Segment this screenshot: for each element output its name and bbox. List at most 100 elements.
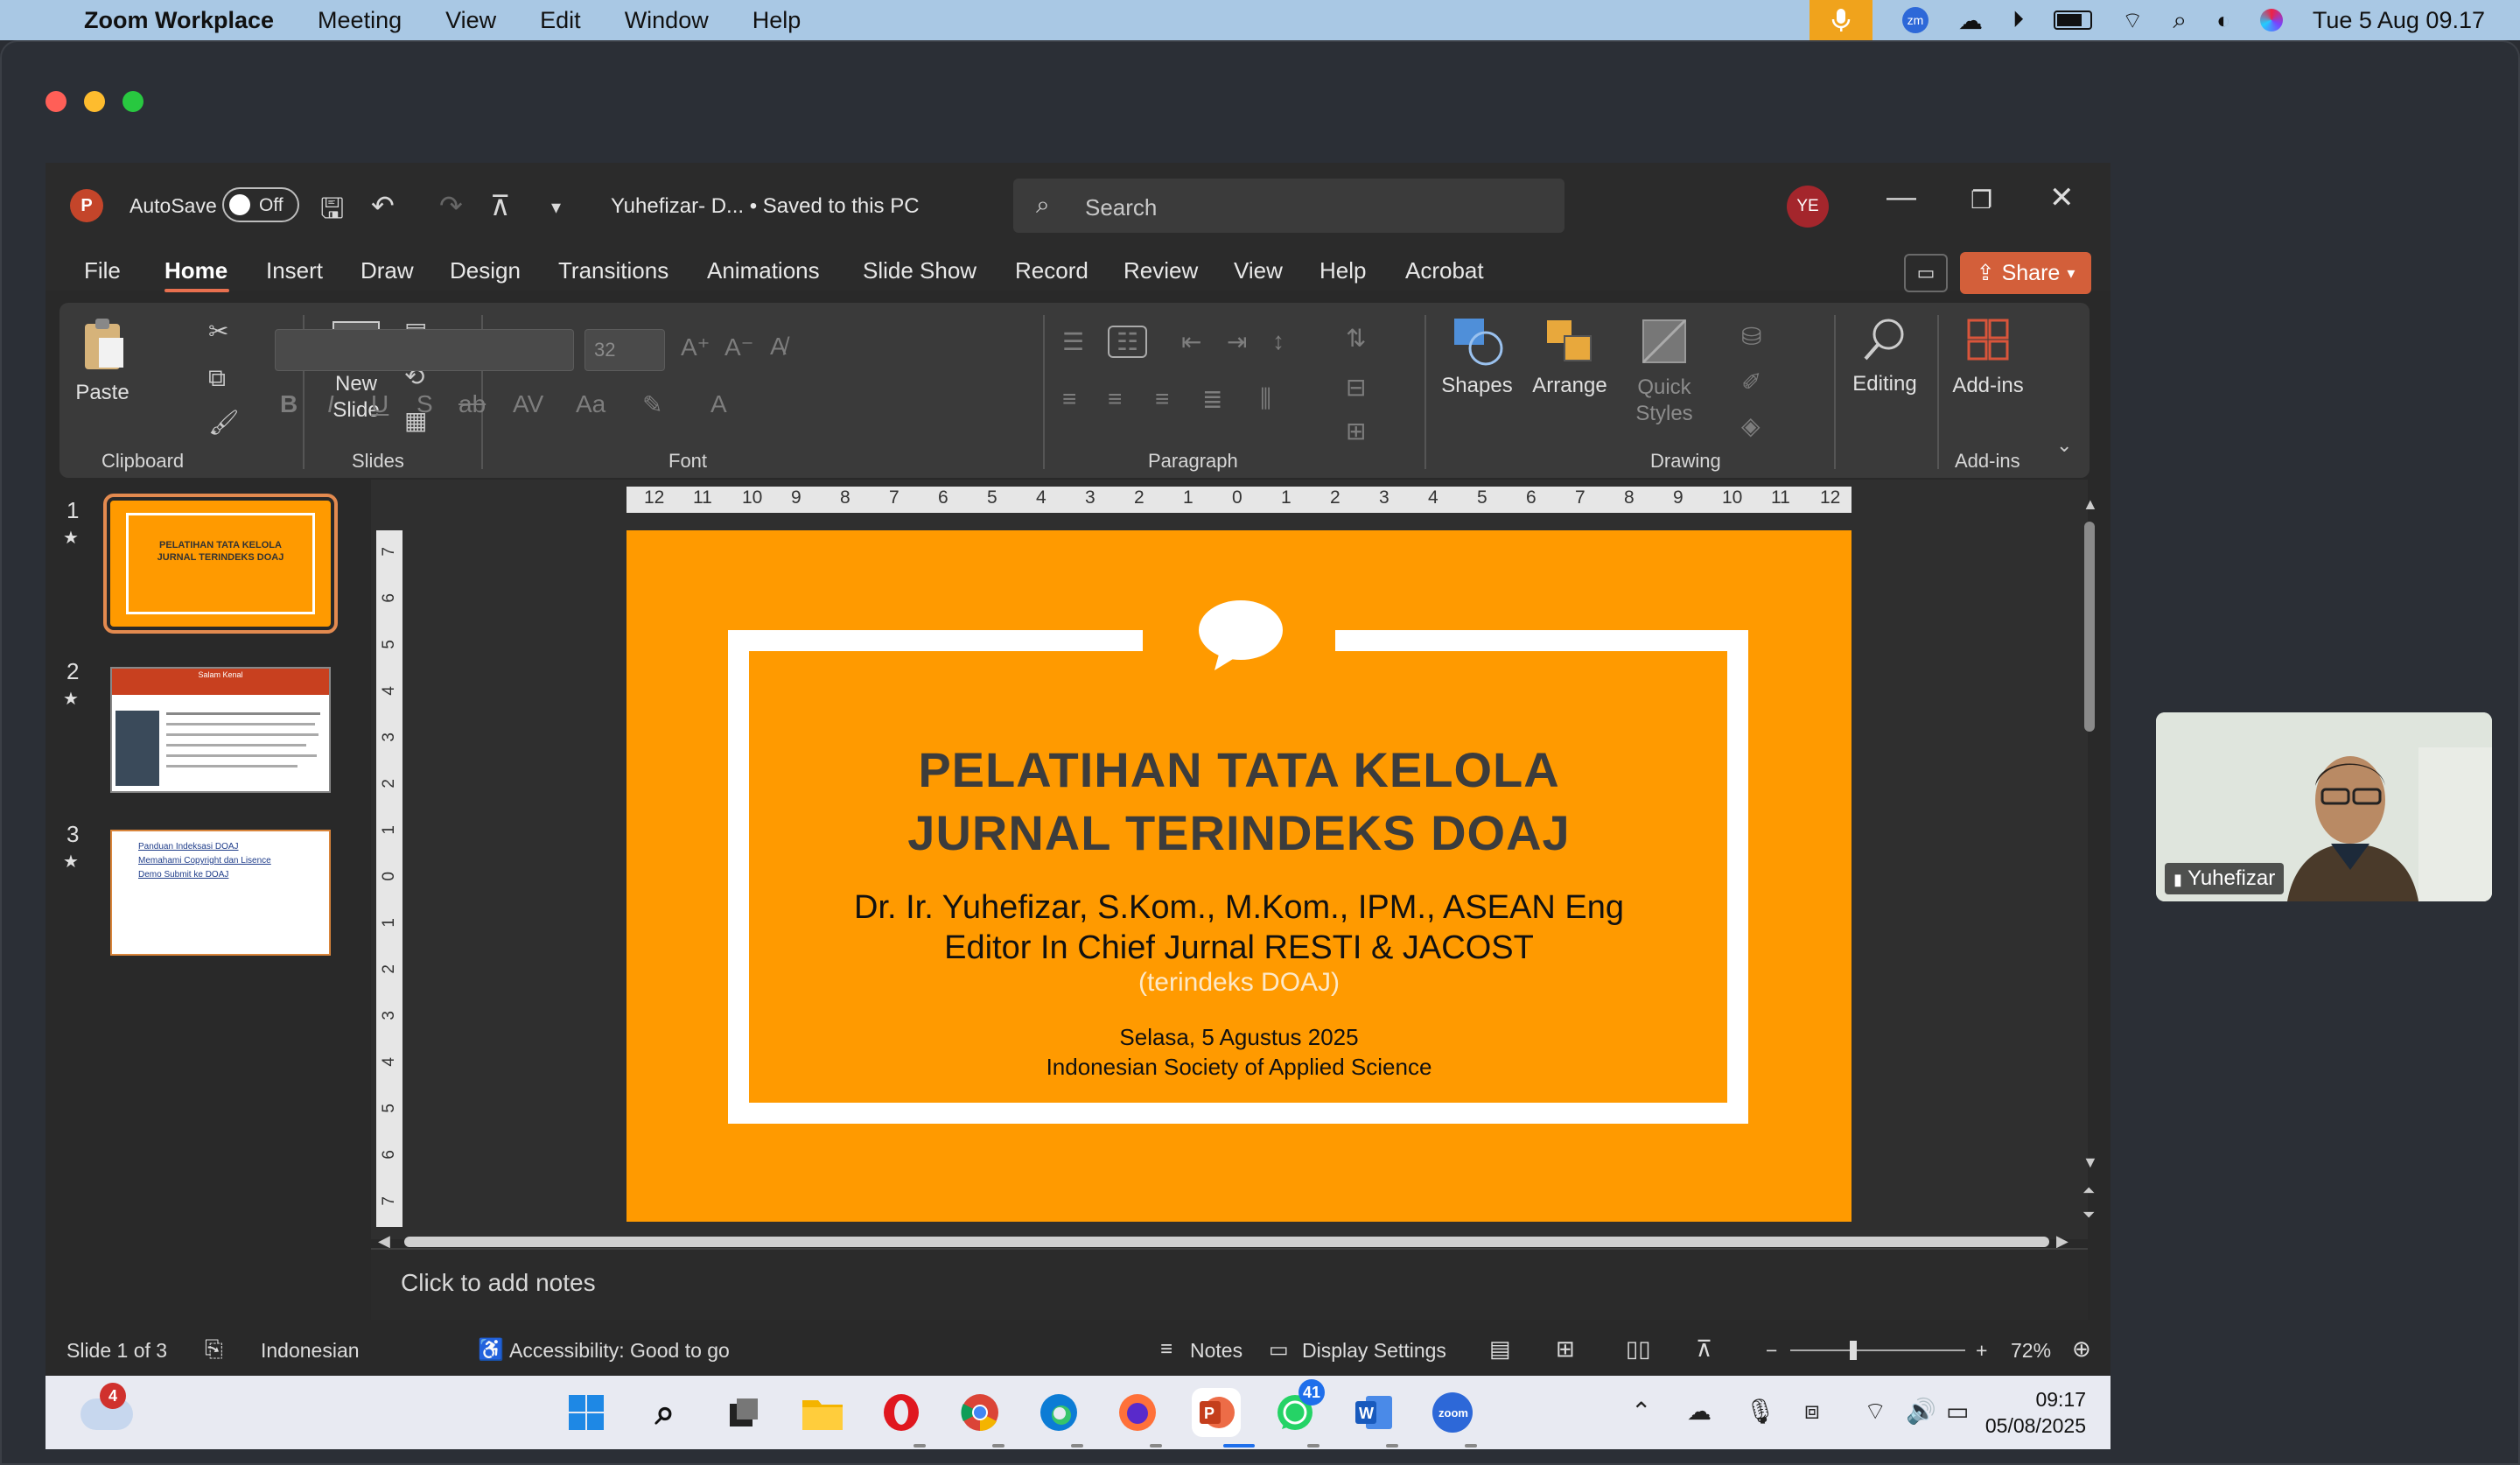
spellcheck-icon[interactable]: ⎘ bbox=[205, 1335, 223, 1363]
tab-file[interactable]: File bbox=[84, 257, 121, 284]
tab-view[interactable]: View bbox=[1234, 257, 1283, 284]
format-painter-icon[interactable]: 🖌 bbox=[208, 408, 240, 437]
scroll-up-icon[interactable]: ▲ bbox=[2082, 495, 2098, 514]
decrease-font-icon[interactable]: A⁻ bbox=[724, 333, 753, 361]
prev-slide-icon[interactable]: ⏶ bbox=[2082, 1181, 2095, 1200]
spotlight-icon[interactable]: ⌕ bbox=[2173, 6, 2187, 35]
font-name-select[interactable] bbox=[275, 329, 574, 371]
menu-app-name[interactable]: Zoom Workplace bbox=[84, 7, 274, 34]
tab-animations[interactable]: Animations bbox=[707, 257, 820, 284]
strikethrough-icon[interactable]: ab bbox=[458, 390, 486, 418]
columns-icon[interactable]: ⫼ bbox=[1260, 385, 1271, 414]
zoom-taskbar-icon[interactable]: zoom bbox=[1428, 1388, 1477, 1437]
close-icon[interactable]: ✕ bbox=[2049, 180, 2075, 215]
zoom-status-icon[interactable]: zm bbox=[1901, 7, 1928, 33]
zoom-out-icon[interactable]: − bbox=[1766, 1339, 1777, 1363]
document-title[interactable]: Yuhefizar- D... • Saved to this PC bbox=[611, 194, 920, 219]
opera-icon[interactable] bbox=[877, 1388, 926, 1437]
next-slide-icon[interactable]: ⏷ bbox=[2082, 1206, 2095, 1224]
participant-video-tile[interactable]: ▮ Yuhefizar bbox=[2156, 712, 2492, 901]
tab-design[interactable]: Design bbox=[450, 257, 521, 284]
microphone-icon[interactable]: 🎙 bbox=[1745, 1397, 1776, 1426]
justify-icon[interactable]: ≣ bbox=[1202, 385, 1222, 414]
edge-icon[interactable] bbox=[1034, 1388, 1083, 1437]
reading-view-icon[interactable]: ▯▯ bbox=[1626, 1335, 1651, 1363]
siri-icon[interactable] bbox=[2259, 9, 2283, 32]
slide-event-info[interactable]: Selasa, 5 Agustus 2025 Indonesian Societ… bbox=[626, 1022, 1852, 1082]
bullets-icon[interactable]: ☰ bbox=[1062, 327, 1084, 356]
menu-edit[interactable]: Edit bbox=[540, 7, 581, 34]
zoom-in-icon[interactable]: + bbox=[1976, 1339, 1987, 1363]
shape-outline-icon[interactable]: ✐ bbox=[1741, 368, 1761, 396]
shapes-button[interactable]: Shapes bbox=[1433, 315, 1521, 398]
chrome-icon[interactable] bbox=[956, 1388, 1004, 1437]
minimize-icon[interactable]: — bbox=[1886, 180, 1916, 214]
zoom-level[interactable]: 72% bbox=[2011, 1339, 2051, 1363]
search-input[interactable]: ⌕ Search bbox=[1013, 179, 1564, 233]
customize-toolbar-icon[interactable]: ▾ bbox=[551, 196, 561, 219]
autosave-toggle[interactable]: Off bbox=[222, 187, 299, 222]
tab-record[interactable]: Record bbox=[1015, 257, 1088, 284]
redo-icon[interactable]: ↷ bbox=[439, 189, 463, 222]
tab-draw[interactable]: Draw bbox=[360, 257, 414, 284]
numbering-icon[interactable]: ☷ bbox=[1108, 326, 1148, 358]
tab-review[interactable]: Review bbox=[1124, 257, 1198, 284]
shape-fill-icon[interactable]: ⛁ bbox=[1741, 322, 1761, 351]
volume-icon[interactable]: 🔊 bbox=[1906, 1397, 1936, 1426]
powerpoint-taskbar-icon[interactable]: P bbox=[1192, 1388, 1241, 1437]
slide-thumbnail-1[interactable]: PELATIHAN TATA KELOLA JURNAL TERINDEKS D… bbox=[103, 494, 338, 634]
tab-home[interactable]: Home bbox=[164, 257, 228, 284]
menu-window[interactable]: Window bbox=[625, 7, 709, 34]
notes-toggle[interactable]: Notes bbox=[1190, 1339, 1242, 1363]
undo-icon[interactable]: ↶ bbox=[371, 189, 395, 222]
zoom-window-button[interactable] bbox=[122, 91, 144, 112]
align-text-icon[interactable]: ⊟ bbox=[1346, 373, 1366, 402]
show-hidden-icons-icon[interactable]: ⌃ bbox=[1631, 1397, 1651, 1426]
slide-subtitle[interactable]: Dr. Ir. Yuhefizar, S.Kom., M.Kom., IPM.,… bbox=[626, 887, 1852, 968]
wifi-icon[interactable]: ⌔ bbox=[2122, 6, 2143, 35]
increase-font-icon[interactable]: A⁺ bbox=[681, 333, 710, 361]
scroll-thumb[interactable] bbox=[2084, 522, 2095, 732]
clear-format-icon[interactable]: A̸ bbox=[770, 333, 787, 361]
italic-icon[interactable]: I bbox=[327, 390, 334, 418]
smartart-icon[interactable]: ⊞ bbox=[1346, 417, 1366, 445]
restore-icon[interactable]: ❐ bbox=[1970, 186, 1992, 214]
shadow-icon[interactable]: S bbox=[416, 390, 433, 418]
onedrive-icon[interactable]: ☁ bbox=[1687, 1397, 1712, 1426]
zoom-slider[interactable] bbox=[1790, 1341, 1965, 1360]
word-icon[interactable]: W bbox=[1349, 1388, 1398, 1437]
close-window-button[interactable] bbox=[46, 91, 66, 112]
mic-status-icon[interactable] bbox=[1809, 0, 1872, 40]
tab-help[interactable]: Help bbox=[1320, 257, 1366, 284]
scroll-thumb[interactable] bbox=[404, 1237, 2049, 1247]
present-icon[interactable]: ⊼ bbox=[490, 189, 510, 222]
editing-button[interactable]: Editing bbox=[1841, 315, 1928, 396]
shape-effects-icon[interactable]: ◈ bbox=[1741, 411, 1760, 440]
normal-view-icon[interactable]: ▤ bbox=[1489, 1335, 1511, 1363]
align-right-icon[interactable]: ≡ bbox=[1155, 385, 1169, 413]
arrange-button[interactable]: Arrange bbox=[1526, 315, 1614, 398]
paste-button[interactable]: Paste bbox=[72, 315, 133, 405]
battery-icon[interactable] bbox=[2053, 11, 2092, 30]
align-center-icon[interactable]: ≡ bbox=[1108, 385, 1122, 413]
cut-icon[interactable]: ✂ bbox=[208, 317, 228, 346]
font-size-select[interactable]: 32 bbox=[584, 329, 665, 371]
zoom-slider-thumb[interactable] bbox=[1850, 1341, 1857, 1360]
avatar[interactable]: YE bbox=[1787, 186, 1829, 228]
notes-pane[interactable]: Click to add notes bbox=[371, 1248, 2088, 1320]
text-direction-icon[interactable]: ⇅ bbox=[1346, 324, 1366, 353]
vertical-scrollbar[interactable]: ▲ ▼ ⏶ ⏷ bbox=[2081, 495, 2100, 1230]
slide-counter[interactable]: Slide 1 of 3 bbox=[66, 1339, 167, 1363]
tab-transitions[interactable]: Transitions bbox=[558, 257, 668, 284]
tab-insert[interactable]: Insert bbox=[266, 257, 323, 284]
control-center-icon[interactable]: ◐ bbox=[2216, 7, 2230, 34]
minimize-window-button[interactable] bbox=[84, 91, 105, 112]
creative-cloud-icon[interactable]: ☁ bbox=[1958, 6, 1983, 35]
tab-slide-show[interactable]: Slide Show bbox=[863, 257, 976, 284]
addins-button[interactable]: Add-ins bbox=[1944, 315, 2032, 398]
menu-help[interactable]: Help bbox=[752, 7, 802, 34]
slide-sorter-icon[interactable]: ⊞ bbox=[1556, 1335, 1575, 1363]
comments-button[interactable]: ▭ bbox=[1904, 254, 1948, 292]
play-icon[interactable]: ⏵ bbox=[2012, 6, 2024, 34]
firefox-icon[interactable] bbox=[1113, 1388, 1162, 1437]
